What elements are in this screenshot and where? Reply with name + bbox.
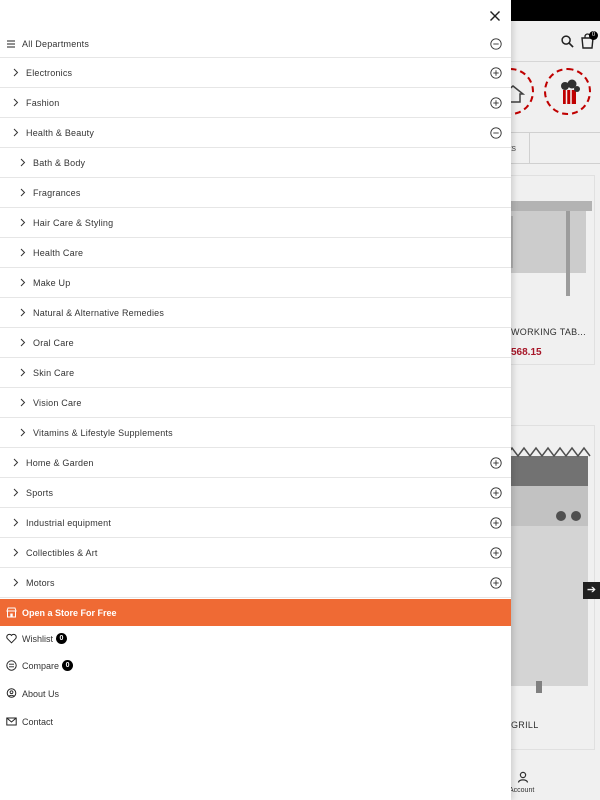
menu-item-label: Oral Care bbox=[33, 337, 74, 348]
plus-circle-icon[interactable] bbox=[490, 66, 502, 79]
departments-menu: All Departments Electronics Fashion Health… bbox=[0, 31, 511, 598]
menu-item-label: Home & Garden bbox=[26, 457, 94, 468]
menu-item-label: Electronics bbox=[26, 67, 73, 78]
compare-link[interactable]: Compare 0 bbox=[6, 660, 74, 671]
store-icon bbox=[6, 607, 17, 618]
chevron-right-icon bbox=[20, 188, 26, 197]
chevron-right-icon bbox=[13, 98, 19, 107]
open-store-button[interactable]: Open a Store For Free bbox=[0, 599, 511, 626]
mobile-menu-drawer: All Departments Electronics Fashion Health… bbox=[0, 0, 511, 800]
menu-item-label: Vitamins & Lifestyle Supplements bbox=[33, 427, 173, 438]
compare-count-badge: 0 bbox=[62, 660, 74, 671]
department-item-health-and-beauty[interactable]: Health & Beauty bbox=[0, 118, 511, 148]
chevron-right-icon bbox=[13, 128, 19, 137]
menu-item-label: Vision Care bbox=[33, 397, 82, 408]
menu-item-label: Skin Care bbox=[33, 367, 75, 378]
close-icon[interactable] bbox=[488, 9, 502, 23]
subcategory-item-natural-and-alternative-remedies[interactable]: Natural & Alternative Remedies bbox=[0, 298, 511, 328]
wishlist-count-badge: 0 bbox=[56, 633, 67, 644]
subcategory-item-vitamins-and-lifestyle-supplements[interactable]: Vitamins & Lifestyle Supplements bbox=[0, 418, 511, 448]
chevron-right-icon bbox=[20, 278, 26, 287]
chevron-right-icon bbox=[20, 158, 26, 167]
chevron-right-icon bbox=[20, 368, 26, 377]
compare-label: Compare bbox=[22, 660, 60, 671]
heart-icon bbox=[6, 633, 17, 644]
menu-item-label: Bath & Body bbox=[33, 157, 86, 168]
subcategory-item-make-up[interactable]: Make Up bbox=[0, 268, 511, 298]
menu-item-label: Make Up bbox=[33, 277, 71, 288]
chevron-right-icon bbox=[13, 458, 19, 467]
menu-item-label: Motors bbox=[26, 577, 55, 588]
chevron-right-icon bbox=[20, 398, 26, 407]
menu-item-label: Health & Beauty bbox=[26, 127, 95, 138]
wishlist-label: Wishlist bbox=[22, 633, 53, 644]
department-item-fashion[interactable]: Fashion bbox=[0, 88, 511, 118]
about-us-link[interactable]: About Us bbox=[6, 688, 59, 699]
chevron-right-icon bbox=[13, 68, 19, 77]
menu-item-label: Natural & Alternative Remedies bbox=[33, 307, 165, 318]
plus-circle-icon[interactable] bbox=[490, 96, 502, 109]
department-item-electronics[interactable]: Electronics bbox=[0, 58, 511, 88]
chevron-right-icon bbox=[20, 338, 26, 347]
chevron-right-icon bbox=[13, 548, 19, 557]
drawer-header bbox=[0, 0, 511, 31]
menu-item-label: Fashion bbox=[26, 97, 60, 108]
subcategory-item-oral-care[interactable]: Oral Care bbox=[0, 328, 511, 358]
mail-icon bbox=[6, 717, 17, 726]
menu-item-label: Industrial equipment bbox=[26, 517, 112, 528]
compare-icon bbox=[6, 660, 17, 671]
menu-item-label: Sports bbox=[26, 487, 54, 498]
about-us-label: About Us bbox=[22, 688, 60, 699]
contact-label: Contact bbox=[22, 716, 54, 727]
subcategory-item-bath-and-body[interactable]: Bath & Body bbox=[0, 148, 511, 178]
department-item-motors[interactable]: Motors bbox=[0, 568, 511, 598]
chevron-right-icon bbox=[13, 488, 19, 497]
minus-circle-icon[interactable] bbox=[490, 126, 502, 139]
menu-item-label: Collectibles & Art bbox=[26, 547, 98, 558]
menu-item-label: Health Care bbox=[33, 247, 84, 258]
menu-item-label: Hair Care & Styling bbox=[33, 217, 114, 228]
hamburger-icon bbox=[7, 40, 15, 48]
subcategory-item-hair-care-and-styling[interactable]: Hair Care & Styling bbox=[0, 208, 511, 238]
wishlist-link[interactable]: Wishlist 0 bbox=[6, 633, 67, 644]
minus-circle-icon[interactable] bbox=[490, 38, 502, 50]
all-departments-label: All Departments bbox=[22, 39, 90, 49]
plus-circle-icon[interactable] bbox=[490, 456, 502, 469]
subcategory-item-vision-care[interactable]: Vision Care bbox=[0, 388, 511, 418]
plus-circle-icon[interactable] bbox=[490, 516, 502, 529]
subcategory-item-skin-care[interactable]: Skin Care bbox=[0, 358, 511, 388]
chevron-right-icon bbox=[20, 428, 26, 437]
chevron-right-icon bbox=[20, 308, 26, 317]
department-item-industrial-equipment[interactable]: Industrial equipment bbox=[0, 508, 511, 538]
subcategory-item-fragrances[interactable]: Fragrances bbox=[0, 178, 511, 208]
plus-circle-icon[interactable] bbox=[490, 576, 502, 589]
department-item-sports[interactable]: Sports bbox=[0, 478, 511, 508]
department-item-home-and-garden[interactable]: Home & Garden bbox=[0, 448, 511, 478]
subcategory-item-health-care[interactable]: Health Care bbox=[0, 238, 511, 268]
department-item-collectibles-and-art[interactable]: Collectibles & Art bbox=[0, 538, 511, 568]
open-store-label: Open a Store For Free bbox=[22, 607, 117, 618]
chevron-right-icon bbox=[20, 248, 26, 257]
all-departments-header[interactable]: All Departments bbox=[0, 31, 511, 58]
plus-circle-icon[interactable] bbox=[490, 486, 502, 499]
chevron-right-icon bbox=[13, 578, 19, 587]
contact-link[interactable]: Contact bbox=[6, 716, 53, 727]
plus-circle-icon[interactable] bbox=[490, 546, 502, 559]
menu-item-label: Fragrances bbox=[33, 187, 81, 198]
about-icon bbox=[6, 688, 17, 698]
chevron-right-icon bbox=[20, 218, 26, 227]
chevron-right-icon bbox=[13, 518, 19, 527]
